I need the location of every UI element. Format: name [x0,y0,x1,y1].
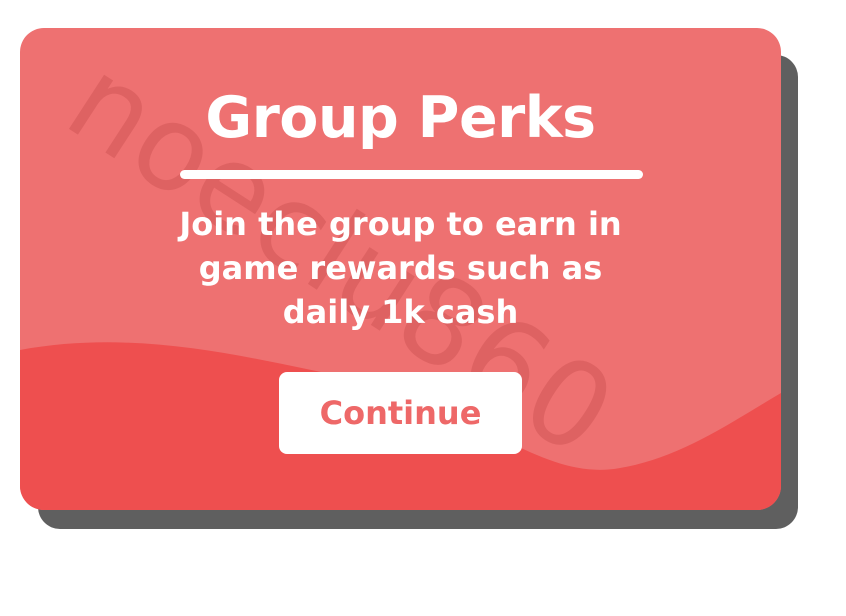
description-line: Join the group to earn in [179,205,622,243]
dialog-description: Join the group to earn in game rewards s… [150,202,651,334]
dialog-stage: noeclu860 Group Perks Join the group to … [0,0,846,616]
description-line: game rewards such as [198,249,603,287]
description-line: daily 1k cash [282,293,519,331]
continue-button[interactable]: Continue [279,372,522,454]
group-perks-card: noeclu860 Group Perks Join the group to … [20,28,781,510]
title-underline [180,170,643,179]
dialog-title: Group Perks [205,85,596,151]
